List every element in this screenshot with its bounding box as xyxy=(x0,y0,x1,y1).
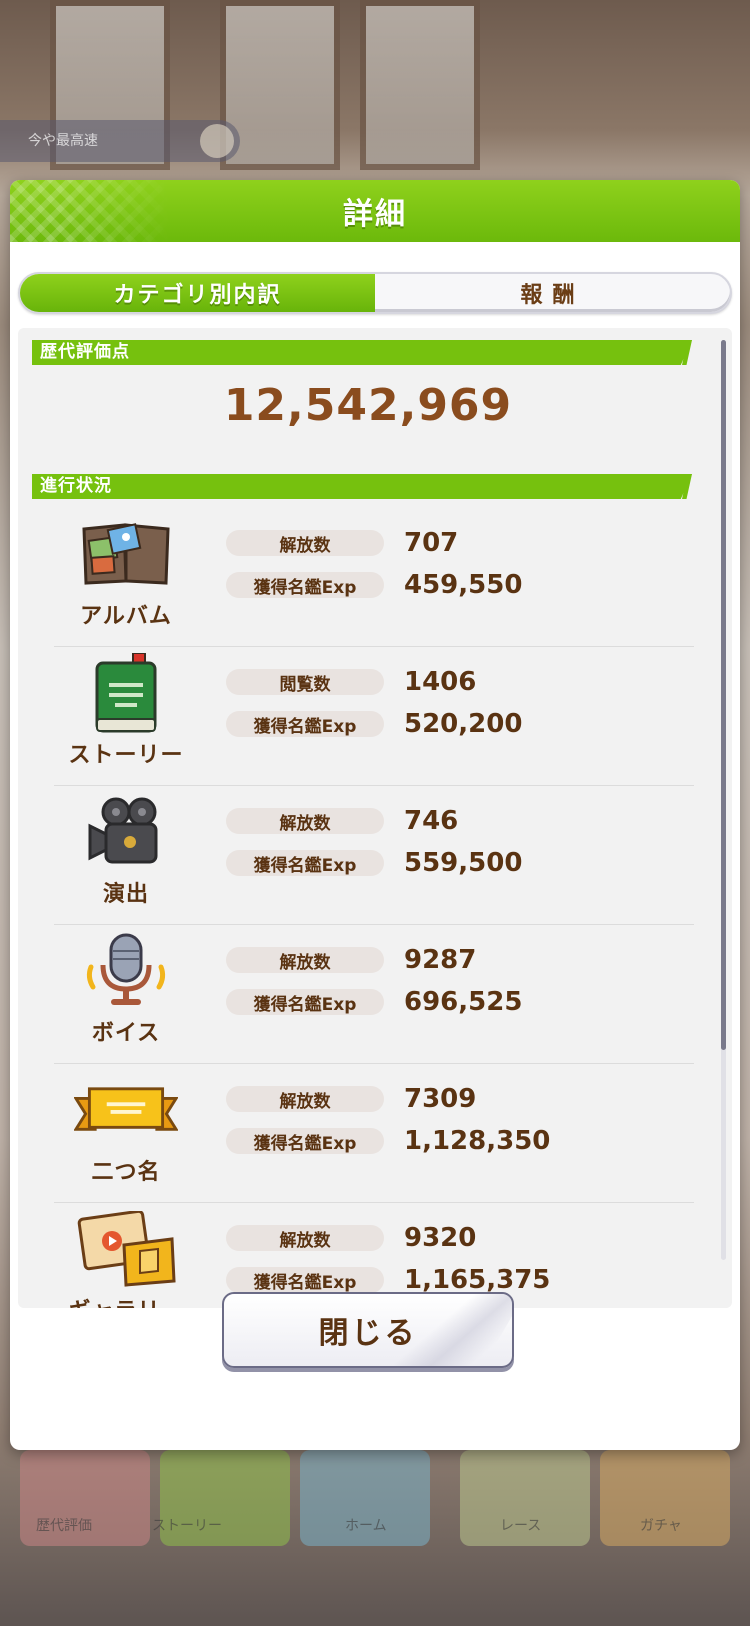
stat-value: 1,128,350 xyxy=(404,1126,551,1156)
stat-value: 746 xyxy=(404,806,459,836)
stat-label: 獲得名鑑Exp xyxy=(226,572,384,598)
stat-label: 獲得名鑑Exp xyxy=(226,1267,384,1293)
dialog-header: 詳細 xyxy=(10,180,740,242)
stat-label: 解放数 xyxy=(226,530,384,556)
stat-value: 1406 xyxy=(404,667,477,697)
row-name: ストーリー xyxy=(68,743,184,768)
row-divider xyxy=(54,1063,694,1064)
stat-label: 解放数 xyxy=(226,947,384,973)
row-divider xyxy=(54,924,694,925)
section-heading-score: 歴代評価点 xyxy=(32,340,692,365)
row-divider xyxy=(54,785,694,786)
stat-value: 696,525 xyxy=(404,987,523,1017)
ribbon-banner-icon xyxy=(74,1070,178,1150)
stat-label: 獲得名鑑Exp xyxy=(226,989,384,1015)
total-score: 12,542,969 xyxy=(223,380,513,431)
detail-dialog: 詳細 カテゴリ別内訳 報酬 歴代評価点 12,542,969 進行状況 アルバム… xyxy=(10,180,740,1450)
dialog-title: 詳細 xyxy=(343,197,407,232)
background-tab-label: ガチャ xyxy=(640,1518,682,1534)
stat-label: 獲得名鑑Exp xyxy=(226,711,384,737)
gallery-icon xyxy=(74,1209,178,1289)
stat-value: 9287 xyxy=(404,945,477,975)
progress-row-album: アルバム 解放数 707 獲得名鑑Exp 459,550 xyxy=(54,512,702,646)
stat-value: 559,500 xyxy=(404,848,523,878)
background-window xyxy=(360,0,480,170)
row-divider xyxy=(54,1202,694,1203)
background-tab-label: レース xyxy=(500,1518,542,1534)
background-pill-icon xyxy=(200,124,234,158)
stat-label: 解放数 xyxy=(226,1086,384,1112)
background-tab-label: 歴代評価 xyxy=(36,1518,92,1534)
row-name: ギャラリー xyxy=(54,1293,198,1308)
content-panel[interactable]: 歴代評価点 12,542,969 進行状況 アルバム 解放数 707 獲得名鑑E… xyxy=(18,328,732,1308)
album-icon xyxy=(74,514,178,594)
stat-value: 1,165,375 xyxy=(404,1265,551,1295)
tab-bar: カテゴリ別内訳 報酬 xyxy=(18,272,732,314)
stat-value: 459,550 xyxy=(404,570,523,600)
tab-category-breakdown[interactable]: カテゴリ別内訳 xyxy=(20,274,375,312)
stat-label: 解放数 xyxy=(226,808,384,834)
scrollbar-thumb[interactable] xyxy=(721,340,726,1050)
row-name: 演出 xyxy=(102,882,149,907)
progress-row-story: ストーリー 閲覧数 1406 獲得名鑑Exp 520,200 xyxy=(54,651,702,785)
stat-value: 707 xyxy=(404,528,459,558)
progress-row-nickname: 二つ名 解放数 7309 獲得名鑑Exp 1,128,350 xyxy=(54,1068,702,1202)
row-name: 二つ名 xyxy=(91,1160,161,1185)
story-book-icon xyxy=(74,653,178,733)
tab-rewards[interactable]: 報酬 xyxy=(375,274,730,312)
stat-value: 9320 xyxy=(404,1223,477,1253)
stat-value: 7309 xyxy=(404,1084,477,1114)
microphone-icon xyxy=(74,931,178,1011)
background-tab-label: ストーリー xyxy=(152,1518,222,1534)
progress-row-voice: ボイス 解放数 9287 獲得名鑑Exp 696,525 xyxy=(54,929,702,1063)
close-button[interactable]: 閉じる xyxy=(222,1292,514,1368)
stat-label: 獲得名鑑Exp xyxy=(226,1128,384,1154)
stat-label: 獲得名鑑Exp xyxy=(226,850,384,876)
row-name: アルバム xyxy=(80,604,172,629)
row-name: ボイス xyxy=(91,1021,161,1046)
stat-label: 解放数 xyxy=(226,1225,384,1251)
movie-camera-icon xyxy=(74,792,178,872)
section-heading-progress: 進行状況 xyxy=(32,474,692,499)
close-button-label: 閉じる xyxy=(318,1316,418,1351)
stat-label: 閲覧数 xyxy=(226,669,384,695)
background-tab-label: ホーム xyxy=(345,1518,387,1534)
row-divider xyxy=(54,646,694,647)
progress-row-performance: 演出 解放数 746 獲得名鑑Exp 559,500 xyxy=(54,790,702,924)
stat-value: 520,200 xyxy=(404,709,523,739)
